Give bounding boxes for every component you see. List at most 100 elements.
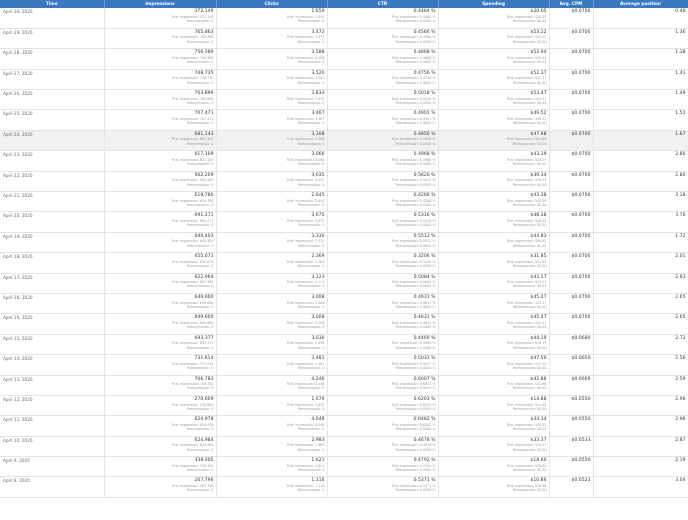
reimpression-label: Reimpression: (187, 39, 211, 44)
column-header-ctr[interactable]: CTR (327, 0, 439, 8)
table-row[interactable]: April 20, 2020 691,271 First impression:… (0, 211, 688, 233)
reimpression-label: Reimpression: (298, 304, 322, 309)
reimpression-label: Reimpression: (512, 467, 536, 472)
column-header-time[interactable]: Time (0, 0, 105, 8)
reimpression-value: 0 (322, 488, 325, 493)
average-position-cell: 1.41 (593, 69, 688, 91)
table-row[interactable]: April 16, 2020 649,600 First impression:… (0, 313, 688, 335)
date-cell: April 17, 2020 (0, 273, 105, 294)
reimpression-label: Reimpression: (187, 141, 211, 146)
clicks-cell: 3,472 First impression: 3,472 Reimpressi… (216, 28, 328, 50)
impressions-cell: 693,377 First impression: 693,377 Reimpr… (104, 334, 217, 356)
clicks-reimpression: Reimpression: 0 (219, 386, 324, 390)
avg-cpm-value: $0.0700 (571, 131, 591, 137)
column-header-average-position[interactable]: Average position (593, 0, 688, 8)
table-row[interactable]: April 22, 2020 562,209 First impression:… (0, 171, 688, 193)
avg-cpm-value: $0.0533 (571, 437, 591, 443)
average-position-value: 1.49 (675, 91, 686, 97)
reimpression-value: $0.00 (537, 386, 547, 391)
column-header-impressions[interactable]: Impressions (104, 0, 217, 8)
avg-cpm-value: $0.0700 (571, 193, 591, 199)
average-position-value: 1.41 (675, 70, 686, 76)
table-row[interactable]: April 19, 2020 640,403 First impression:… (0, 232, 688, 254)
reimpression-label: Reimpression: (512, 406, 536, 411)
avg-cpm-cell: $0.0700 (549, 313, 594, 335)
table-row[interactable]: April 29, 2020 765,863 First impression:… (0, 28, 688, 50)
table-row[interactable]: April 17, 2020 622,964 First impression:… (0, 273, 688, 294)
reimpression-label: Reimpression: (298, 325, 322, 330)
date-cell: April 26, 2020 (0, 89, 105, 111)
average-position-value: 3.70 (675, 213, 686, 219)
impressions-reimpression: Reimpression: 0 (107, 60, 213, 64)
reimpression-value: 0.0000 % (419, 488, 436, 493)
column-header-spending[interactable]: Spending (438, 0, 550, 8)
table-row[interactable]: April 27, 2020 748,735 First impression:… (0, 69, 688, 91)
reimpression-label: Reimpression: (395, 60, 419, 65)
spending-reimpression: Reimpression: $0.00 (441, 101, 547, 105)
reimpression-value: $0.00 (537, 100, 547, 105)
reimpression-value: 0.0000 % (419, 406, 436, 411)
reimpression-label: Reimpression: (395, 80, 419, 85)
reimpression-value: 0.0000 % (419, 284, 436, 289)
reimpression-label: Reimpression: (512, 39, 536, 44)
reimpression-label: Reimpression: (298, 406, 322, 411)
reimpression-label: Reimpression: (395, 182, 419, 187)
column-header-avg-cpm[interactable]: Avg. CPM (549, 0, 594, 8)
spending-cell: $34.34 First impression: $34.34 Reimpres… (438, 415, 550, 437)
impressions-cell: 691,271 First impression: 691,271 Reimpr… (104, 211, 217, 233)
table-row[interactable]: April 11, 2020 624,978 First impression:… (0, 415, 688, 437)
table-row[interactable]: April 15, 2020 693,377 First impression:… (0, 334, 688, 356)
average-position-cell: 1.38 (593, 48, 688, 70)
reimpression-label: Reimpression: (187, 427, 211, 432)
impressions-reimpression: Reimpression: 0 (107, 346, 213, 350)
clicks-cell: 1,659 First impression: 1,659 Reimpressi… (216, 8, 328, 29)
clicks-cell: 1,116 First impression: 1,116 Reimpressi… (216, 476, 328, 498)
average-position-cell: 3.70 (593, 211, 688, 233)
spending-reimpression: Reimpression: $0.00 (441, 305, 547, 309)
table-row[interactable]: April 16, 2020 649,600 First impression:… (0, 293, 688, 315)
table-row[interactable]: April 18, 2020 655,073 First impression:… (0, 252, 688, 274)
clicks-cell: 2,645 First impression: 2,645 Reimpressi… (216, 191, 328, 213)
reimpression-label: Reimpression: (298, 264, 322, 269)
avg-cpm-cell: $0.0700 (549, 211, 594, 233)
clicks-reimpression: Reimpression: 0 (219, 19, 324, 23)
spending-cell: $43.38 First impression: $43.38 Reimpres… (438, 191, 550, 213)
spending-reimpression: Reimpression: $0.00 (441, 284, 547, 288)
reimpression-value: $0.00 (537, 141, 547, 146)
reimpression-label: Reimpression: (298, 60, 322, 65)
reimpression-label: Reimpression: (298, 223, 322, 228)
table-row[interactable]: April 23, 2020 617,109 First impression:… (0, 150, 688, 172)
reimpression-value: 0.0000 % (419, 100, 436, 105)
reimpression-value: 0 (211, 264, 214, 269)
avg-cpm-value: $0.0700 (571, 111, 591, 117)
clicks-reimpression: Reimpression: 0 (219, 203, 324, 207)
average-position-cell: 2.01 (593, 252, 688, 274)
impressions-cell: 649,600 First impression: 649,600 Reimpr… (104, 293, 217, 315)
table-row[interactable]: April 13, 2020 706,783 First impression:… (0, 375, 688, 396)
table-row[interactable]: April 21, 2020 619,780 First impression:… (0, 191, 688, 213)
table-row[interactable]: April 9, 2020 338,305 First impression: … (0, 456, 688, 478)
date-cell: April 10, 2020 (0, 436, 105, 458)
reimpression-label: Reimpression: (298, 366, 322, 371)
table-row[interactable]: April 24, 2020 681,143 First impression:… (0, 130, 688, 152)
spending-reimpression: Reimpression: $0.00 (441, 488, 547, 492)
clicks-cell: 3,035 First impression: 3,035 Reimpressi… (216, 171, 328, 193)
reimpression-label: Reimpression: (298, 243, 322, 248)
column-header-clicks[interactable]: Clicks (216, 0, 328, 8)
table-row[interactable]: April 10, 2020 624,984 First impression:… (0, 436, 688, 458)
average-position-cell: 1.49 (593, 89, 688, 111)
ctr-reimpression: Reimpression: 0.0000 % (330, 244, 435, 248)
reimpression-value: $0.00 (537, 447, 547, 452)
table-row[interactable]: April 14, 2020 731,614 First impression:… (0, 354, 688, 376)
table-row[interactable]: April 8, 2020 207,796 First impression: … (0, 476, 688, 498)
avg-cpm-cell: $0.0550 (549, 456, 594, 478)
impressions-cell: 763,899 First impression: 763,899 Reimpr… (104, 89, 217, 111)
table-row[interactable]: April 30, 2020 372,149 First impression:… (0, 8, 688, 29)
avg-cpm-cell: $0.0700 (549, 109, 594, 131)
date-cell: April 19, 2020 (0, 232, 105, 254)
table-row[interactable]: April 12, 2020 270,609 First impression:… (0, 395, 688, 417)
table-row[interactable]: April 26, 2020 763,899 First impression:… (0, 89, 688, 111)
impressions-reimpression: Reimpression: 0 (107, 468, 213, 472)
table-row[interactable]: April 28, 2020 756,389 First impression:… (0, 48, 688, 70)
table-row[interactable]: April 25, 2020 707,471 First impression:… (0, 109, 688, 131)
